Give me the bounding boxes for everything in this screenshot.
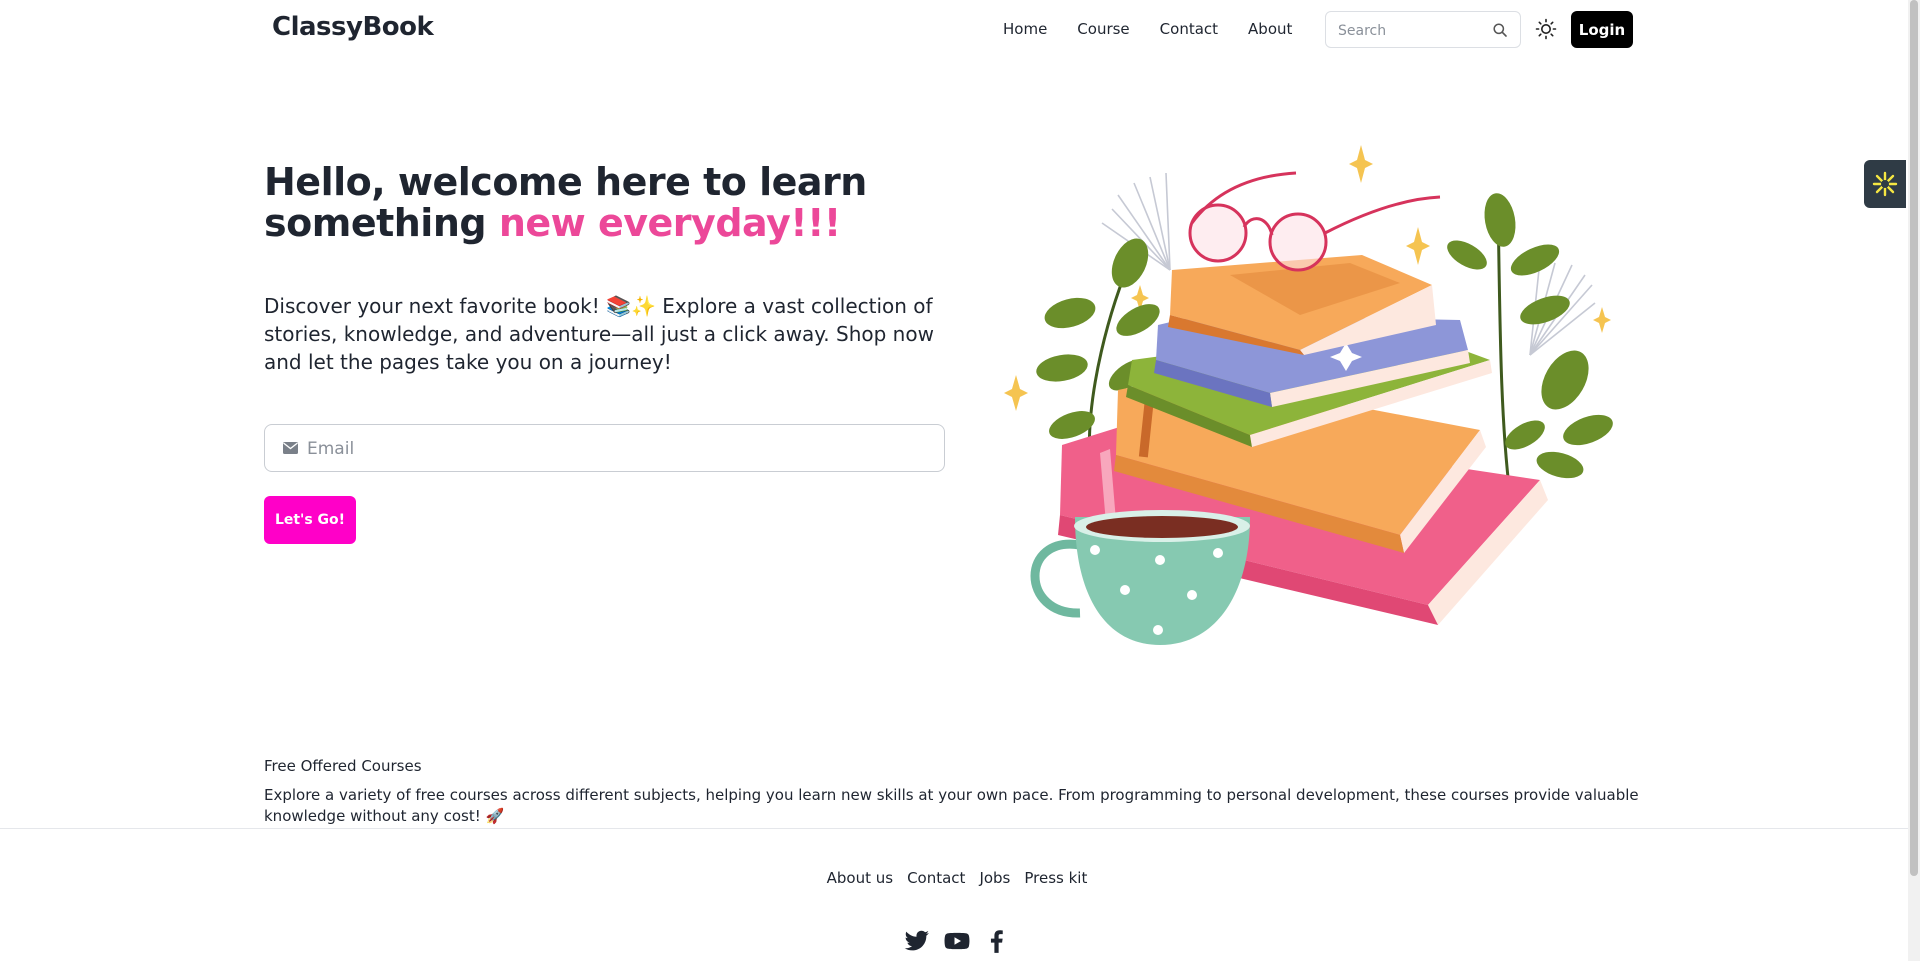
footer-link-jobs[interactable]: Jobs [979, 869, 1010, 887]
youtube-icon[interactable] [944, 928, 970, 954]
courses-title: Free Offered Courses [264, 757, 422, 775]
books-illustration [1004, 145, 1613, 645]
lets-go-button[interactable]: Let's Go! [264, 496, 356, 544]
footer-link-about-us[interactable]: About us [827, 869, 893, 887]
hero-description: Discover your next favorite book! 📚✨ Exp… [264, 294, 934, 374]
footer-divider [0, 828, 1908, 829]
sun-icon[interactable] [1535, 18, 1557, 40]
hero-title: Hello, welcome here to learn something n… [264, 162, 904, 244]
footer-link-contact[interactable]: Contact [907, 869, 965, 887]
nav-link-course[interactable]: Course [1077, 20, 1129, 38]
social-links [0, 928, 1908, 954]
scrollbar-thumb[interactable] [1910, 0, 1918, 876]
facebook-icon[interactable] [984, 928, 1010, 954]
search-input[interactable] [1336, 12, 1490, 49]
brand-logo[interactable]: ClassyBook [272, 12, 434, 42]
side-widget-button[interactable] [1864, 160, 1906, 208]
navbar: ClassyBook Home Course Contact About Log… [0, 0, 1908, 60]
footer-links: About us Contact Jobs Press kit [0, 869, 1908, 887]
nav-link-home[interactable]: Home [1003, 20, 1047, 38]
mail-icon [283, 442, 298, 454]
scrollbar[interactable] [1908, 0, 1920, 961]
search-icon[interactable] [1492, 22, 1508, 38]
nav-links: Home Course Contact About [1003, 20, 1292, 38]
hero-title-accent: new everyday!!! [498, 201, 841, 245]
email-field [264, 424, 945, 473]
login-button[interactable]: Login [1571, 11, 1633, 48]
twitter-icon[interactable] [904, 928, 930, 954]
sparkle-icon [1872, 171, 1898, 197]
email-input[interactable] [305, 425, 929, 473]
footer-link-press-kit[interactable]: Press kit [1024, 869, 1087, 887]
nav-link-contact[interactable]: Contact [1160, 20, 1218, 38]
nav-link-about[interactable]: About [1248, 20, 1292, 38]
search-box [1325, 11, 1521, 49]
courses-description: Explore a variety of free courses across… [264, 786, 1639, 825]
